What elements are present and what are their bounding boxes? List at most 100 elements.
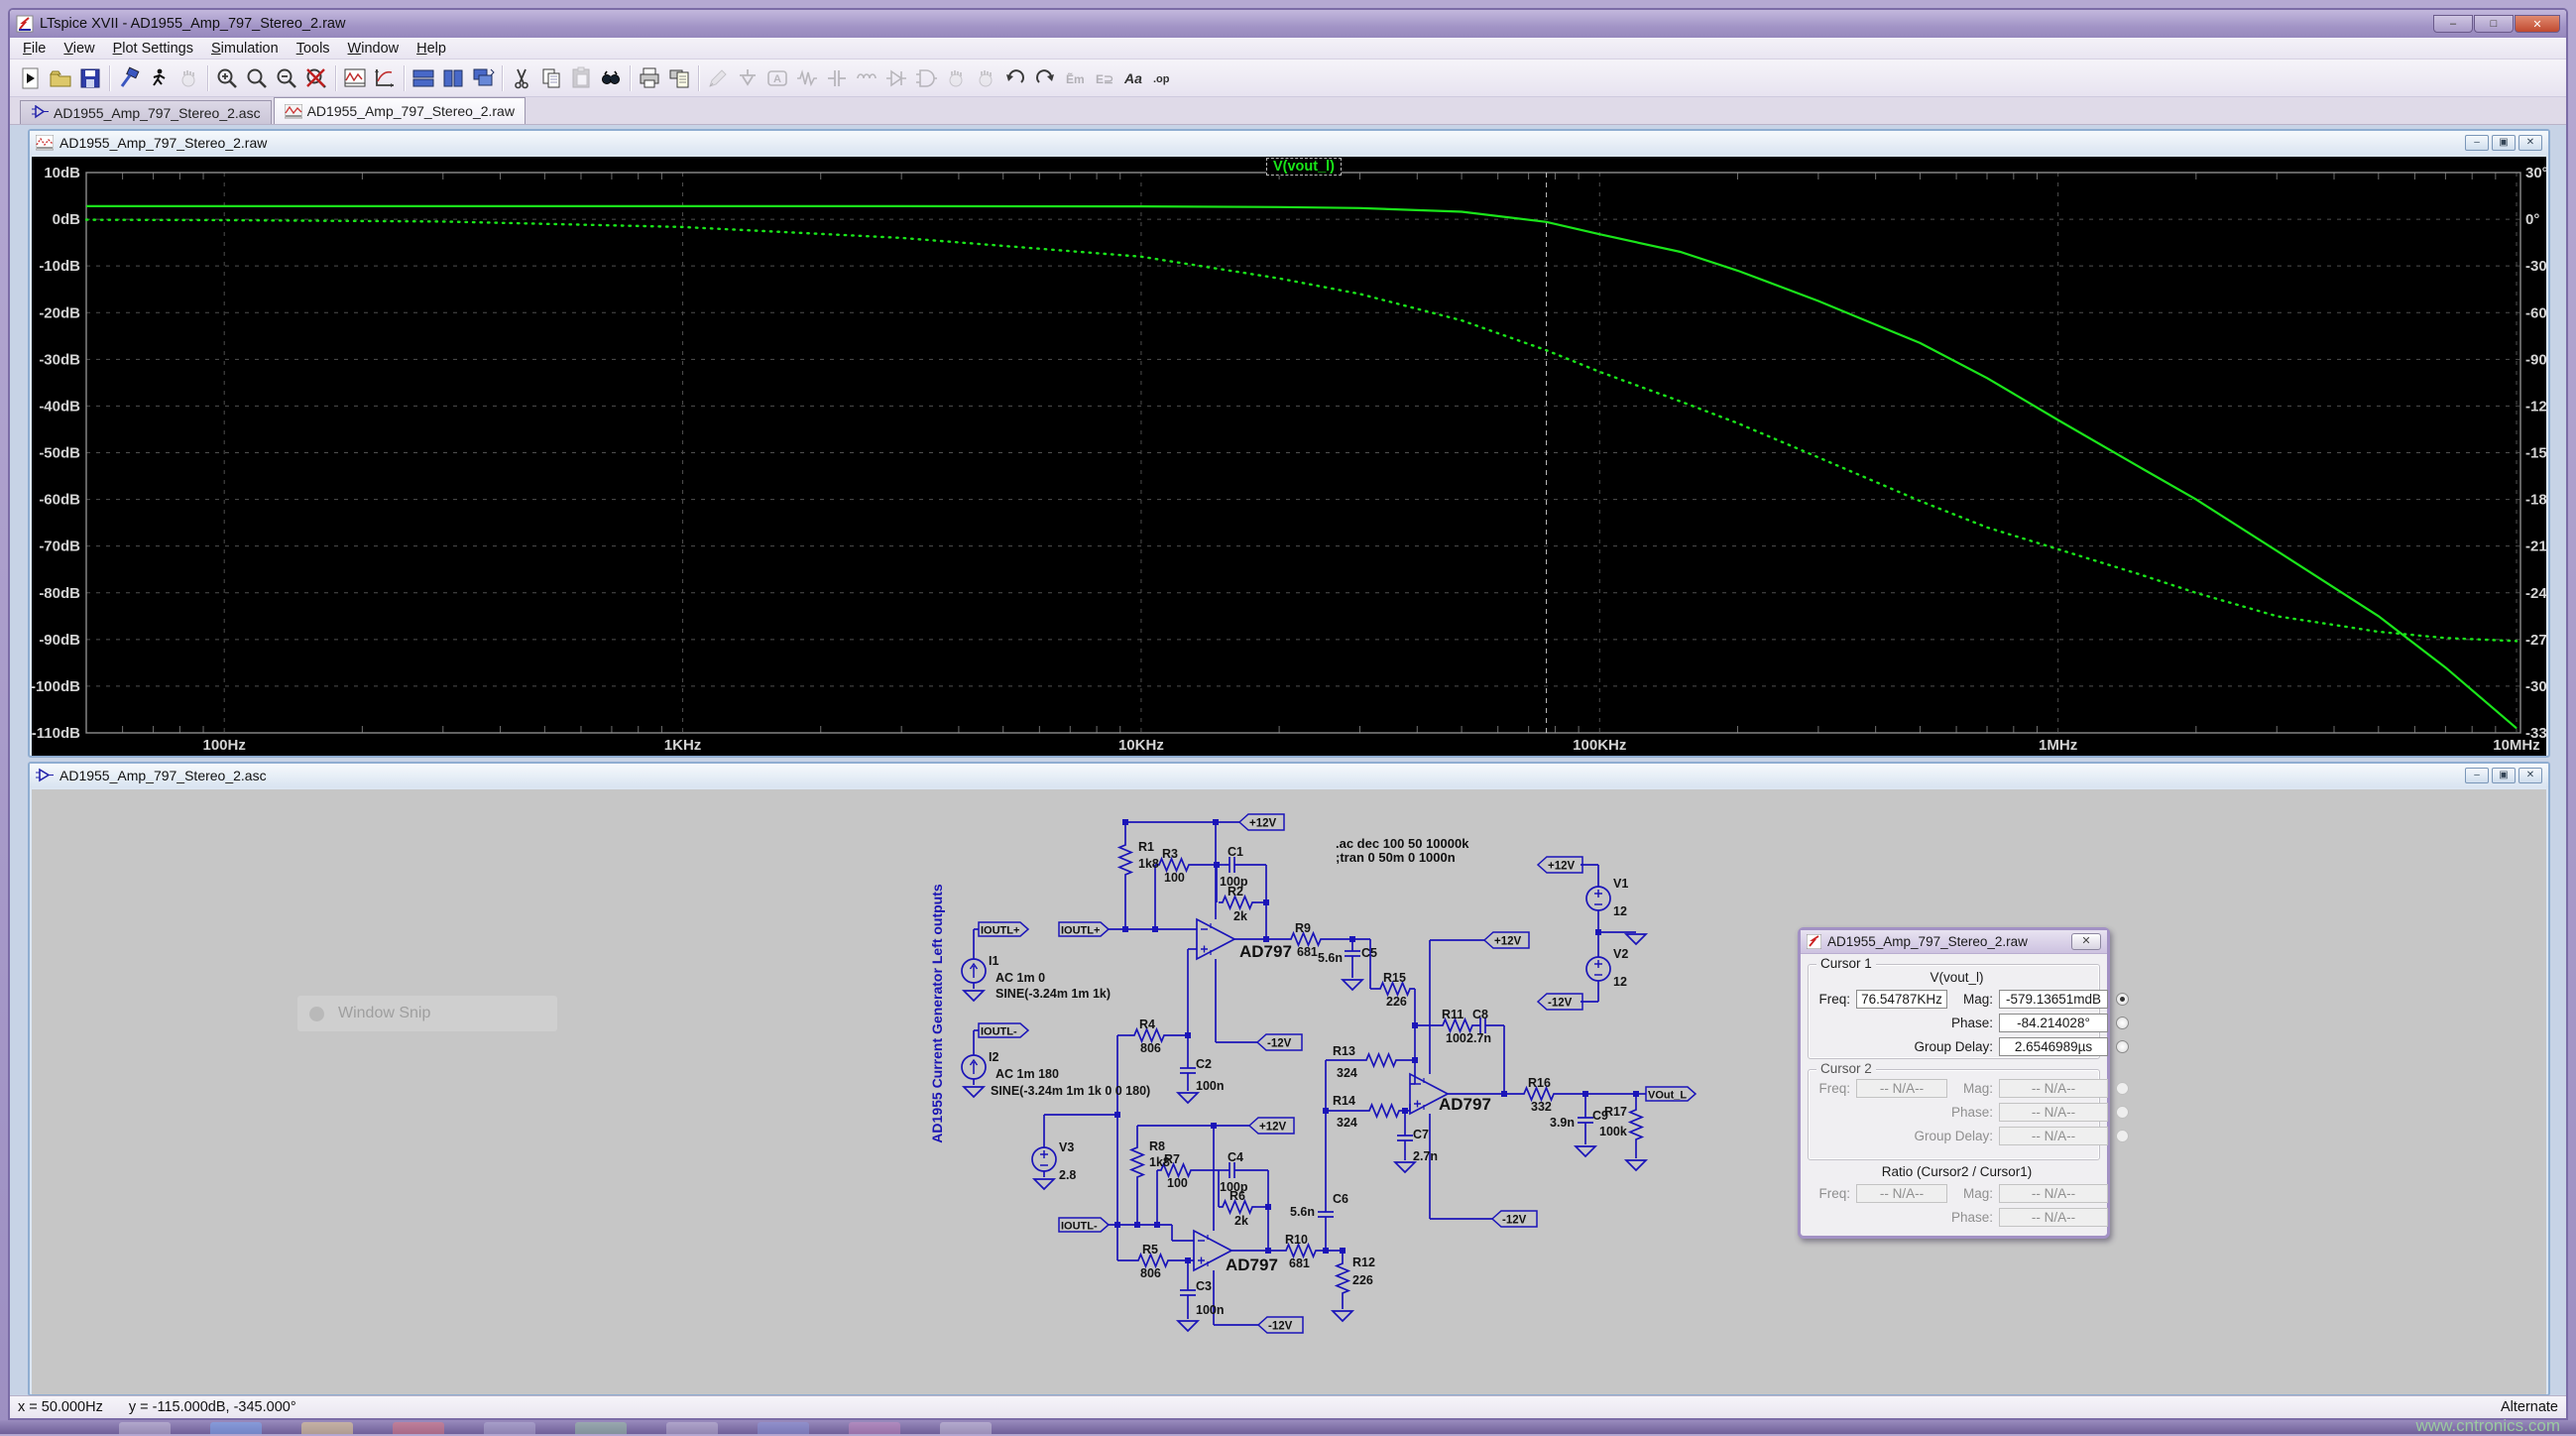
cascade-button[interactable] — [468, 63, 498, 93]
capacitor-symbol — [1345, 946, 1360, 961]
maximize-button[interactable]: □ — [2474, 15, 2514, 33]
save-button[interactable] — [75, 63, 105, 93]
fft-button[interactable] — [370, 63, 400, 93]
copy-icon — [539, 66, 563, 90]
resistor-symbol — [1630, 1105, 1642, 1144]
svg-text:+12V: +12V — [1259, 1122, 1287, 1134]
component-text: R6 — [1229, 1189, 1245, 1203]
undo-button[interactable] — [1000, 63, 1030, 93]
sch-close-button[interactable]: ✕ — [2518, 768, 2542, 783]
cursor-dialog-title: AD1955_Amp_797_Stereo_2.raw — [1827, 934, 2065, 949]
schematic-canvas[interactable]: AD797AD797AD797+12V-12V+12V-12V+12V-12V+… — [32, 789, 2546, 1394]
c1-gd-radio[interactable] — [2116, 1040, 2129, 1053]
run-button[interactable] — [16, 63, 46, 93]
zoom-in-button[interactable] — [212, 63, 242, 93]
ground-symbol — [1178, 1093, 1198, 1103]
title-bar[interactable]: LTspice XVII - AD1955_Amp_797_Stereo_2.r… — [10, 10, 2566, 38]
c1-phase-radio[interactable] — [2116, 1017, 2129, 1029]
taskbar-button[interactable] — [666, 1422, 718, 1434]
cut-button[interactable] — [507, 63, 536, 93]
schematic-icon — [31, 105, 49, 120]
tab-AD1955_Amp_797_Stereo_2.raw[interactable]: AD1955_Amp_797_Stereo_2.raw — [274, 97, 526, 124]
c2-phase-radio[interactable] — [2116, 1106, 2129, 1119]
c2-mag-radio[interactable] — [2116, 1082, 2129, 1095]
sch-restore-button[interactable]: ▣ — [2492, 768, 2516, 783]
c1-phase-value[interactable]: -84.214028° — [1999, 1014, 2108, 1032]
menu-file[interactable]: File — [14, 39, 55, 59]
taskbar-button[interactable] — [393, 1422, 444, 1434]
tile-horz-button[interactable] — [409, 63, 438, 93]
menu-simulation[interactable]: Simulation — [202, 39, 288, 59]
waveform-plot[interactable]: V(vout_l) 10dB0dB-10dB-20dB-30dB-40dB-50… — [32, 157, 2546, 756]
schematic-window-title: AD1955_Amp_797_Stereo_2.asc — [59, 768, 267, 783]
ratio-phase-value: -- N/A-- — [1999, 1208, 2108, 1227]
c2-freq-value[interactable]: -- N/A-- — [1856, 1079, 1947, 1098]
find-button[interactable] — [596, 63, 626, 93]
c2-mag-value[interactable]: -- N/A-- — [1999, 1079, 2108, 1098]
zoom-area-icon — [245, 66, 269, 90]
schematic-window-titlebar[interactable]: AD1955_Amp_797_Stereo_2.asc – ▣ ✕ — [30, 764, 2548, 787]
waveform-window-titlebar[interactable]: AD1955_Amp_797_Stereo_2.raw – ▣ ✕ — [30, 131, 2548, 155]
c2-phase-value[interactable]: -- N/A-- — [1999, 1103, 2108, 1122]
taskbar-button[interactable] — [301, 1422, 353, 1434]
taskbar-button[interactable] — [849, 1422, 900, 1434]
cursor-dialog-close-button[interactable]: ✕ — [2071, 933, 2101, 950]
c1-gd-value[interactable]: 2.6546989µs — [1999, 1037, 2108, 1056]
c1-freq-value[interactable]: 76.54787KHz — [1856, 990, 1947, 1009]
minimize-button[interactable]: – — [2433, 15, 2473, 33]
wave-close-button[interactable]: ✕ — [2518, 135, 2542, 151]
redo-button[interactable] — [1030, 63, 1060, 93]
svg-text:30°: 30° — [2525, 165, 2546, 181]
spice-directive-button[interactable]: .op — [1149, 63, 1179, 93]
zoom-full-button[interactable] — [301, 63, 331, 93]
c1-mag-radio[interactable] — [2116, 993, 2129, 1006]
menu-view[interactable]: View — [55, 39, 103, 59]
halt-button[interactable] — [144, 63, 174, 93]
wave-restore-button[interactable]: ▣ — [2492, 135, 2516, 151]
component-text: 324 — [1337, 1116, 1357, 1130]
taskbar-button[interactable] — [210, 1422, 262, 1434]
menu-help[interactable]: Help — [408, 39, 455, 59]
taskbar-button[interactable] — [119, 1422, 171, 1434]
open-button[interactable] — [46, 63, 75, 93]
sch-minimize-button[interactable]: – — [2465, 768, 2489, 783]
component-text: R3 — [1162, 847, 1178, 861]
taskbar-button[interactable] — [484, 1422, 535, 1434]
taskbar-button[interactable] — [758, 1422, 809, 1434]
menu-window[interactable]: Window — [339, 39, 409, 59]
wave-minimize-button[interactable]: – — [2465, 135, 2489, 151]
control-panel-button[interactable] — [114, 63, 144, 93]
window-snip-ghost: Window Snip — [297, 996, 557, 1031]
svg-text:-90°: -90° — [2525, 351, 2546, 368]
windows-taskbar[interactable] — [0, 1420, 2576, 1434]
schematic-svg: AD797AD797AD797+12V-12V+12V-12V+12V-12V+… — [32, 789, 2546, 1394]
autorange-button[interactable] — [340, 63, 370, 93]
menu-plot-settings[interactable]: Plot Settings — [104, 39, 202, 59]
svg-text:IOUTL-: IOUTL- — [981, 1026, 1017, 1038]
component-text: R12 — [1352, 1256, 1375, 1269]
text-button[interactable]: Aa — [1119, 63, 1149, 93]
c2-gd-radio[interactable] — [2116, 1130, 2129, 1142]
trace-label[interactable]: V(vout_l) — [1266, 158, 1342, 176]
component-icon — [914, 66, 938, 90]
menu-tools[interactable]: Tools — [288, 39, 339, 59]
print-preview-button[interactable] — [664, 63, 694, 93]
cursor-dialog-titlebar[interactable]: AD1955_Amp_797_Stereo_2.raw ✕ — [1801, 930, 2107, 954]
taskbar-button[interactable] — [575, 1422, 627, 1434]
resistor-symbol — [1337, 1258, 1348, 1298]
svg-text:-70dB: -70dB — [39, 538, 80, 555]
c2-gd-value[interactable]: -- N/A-- — [1999, 1127, 2108, 1145]
c1-mag-value[interactable]: -579.13651mdB — [1999, 990, 2108, 1009]
zoom-area-button[interactable] — [242, 63, 272, 93]
cursor-dialog[interactable]: AD1955_Amp_797_Stereo_2.raw ✕ Cursor 1 V… — [1798, 927, 2110, 1239]
close-button[interactable]: ✕ — [2515, 15, 2560, 33]
component-text: R4 — [1139, 1017, 1155, 1031]
svg-text:-110dB: -110dB — [32, 725, 80, 742]
taskbar-button[interactable] — [940, 1422, 992, 1434]
tile-vert-button[interactable] — [438, 63, 468, 93]
zoom-out-button[interactable] — [272, 63, 301, 93]
tab-AD1955_Amp_797_Stereo_2.asc[interactable]: AD1955_Amp_797_Stereo_2.asc — [20, 100, 272, 124]
svg-text:-50dB: -50dB — [39, 445, 80, 462]
copy-button[interactable] — [536, 63, 566, 93]
print-button[interactable] — [635, 63, 664, 93]
